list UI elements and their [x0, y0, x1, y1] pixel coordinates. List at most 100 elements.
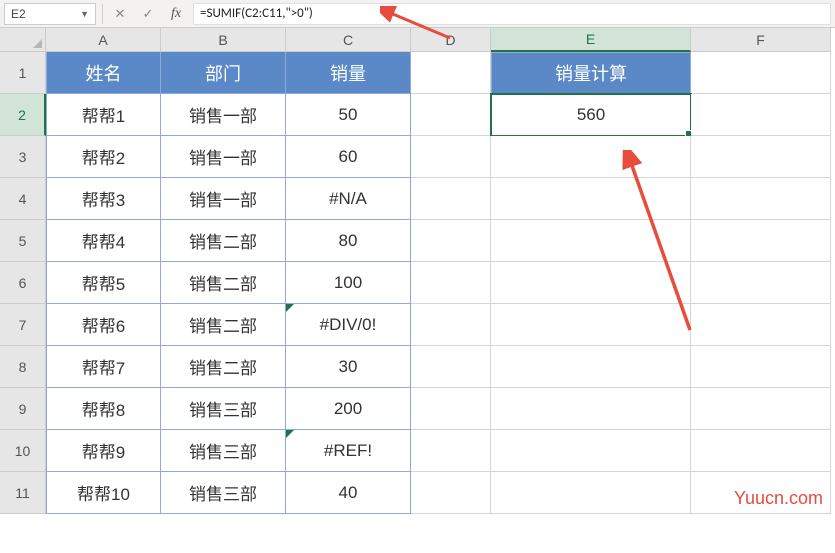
cell-D10[interactable]: [411, 430, 491, 472]
cell-E9[interactable]: [491, 388, 691, 430]
cell-F4[interactable]: [691, 178, 831, 220]
cell-D5[interactable]: [411, 220, 491, 262]
cell-D2[interactable]: [411, 94, 491, 136]
cell-F3[interactable]: [691, 136, 831, 178]
cell-B11[interactable]: 销售三部: [161, 472, 286, 514]
cell-B7[interactable]: 销售二部: [161, 304, 286, 346]
cell-C9[interactable]: 200: [286, 388, 411, 430]
cell-D11[interactable]: [411, 472, 491, 514]
cell-E11[interactable]: [491, 472, 691, 514]
cell-A10[interactable]: 帮帮9: [46, 430, 161, 472]
cell-D6[interactable]: [411, 262, 491, 304]
cell-C6[interactable]: 100: [286, 262, 411, 304]
cell-E7[interactable]: [491, 304, 691, 346]
cell-D4[interactable]: [411, 178, 491, 220]
cell-E1[interactable]: 销量计算: [491, 52, 691, 94]
column-header-A[interactable]: A: [46, 28, 161, 52]
cell-A2[interactable]: 帮帮1: [46, 94, 161, 136]
cell-B6[interactable]: 销售二部: [161, 262, 286, 304]
cell-A6[interactable]: 帮帮5: [46, 262, 161, 304]
fx-icon[interactable]: fx: [165, 3, 187, 25]
table-row: 1姓名部门销量 销量计算: [0, 52, 835, 94]
cell-B9[interactable]: 销售三部: [161, 388, 286, 430]
row-header-8[interactable]: 8: [0, 346, 46, 388]
cell-A7[interactable]: 帮帮6: [46, 304, 161, 346]
row-header-7[interactable]: 7: [0, 304, 46, 346]
cell-B10[interactable]: 销售三部: [161, 430, 286, 472]
cell-B1[interactable]: 部门: [161, 52, 286, 94]
cell-C2[interactable]: 50: [286, 94, 411, 136]
cell-E10[interactable]: [491, 430, 691, 472]
cell-B4[interactable]: 销售一部: [161, 178, 286, 220]
cell-D7[interactable]: [411, 304, 491, 346]
table-row: 10帮帮9销售三部#REF!: [0, 430, 835, 472]
table-row: 8帮帮7销售二部30: [0, 346, 835, 388]
table-row: 11帮帮10销售三部40: [0, 472, 835, 514]
cell-E8[interactable]: [491, 346, 691, 388]
cell-F5[interactable]: [691, 220, 831, 262]
row-header-6[interactable]: 6: [0, 262, 46, 304]
cell-A4[interactable]: 帮帮3: [46, 178, 161, 220]
table-row: 4帮帮3销售一部#N/A: [0, 178, 835, 220]
column-header-B[interactable]: B: [161, 28, 286, 52]
cell-F7[interactable]: [691, 304, 831, 346]
column-header-D[interactable]: D: [411, 28, 491, 52]
chevron-down-icon[interactable]: ▼: [80, 9, 89, 19]
row-header-10[interactable]: 10: [0, 430, 46, 472]
formula-bar: E2 ▼ ✕ ✓ fx =SUMIF(C2:C11,">0"): [0, 0, 835, 28]
cell-C7[interactable]: #DIV/0!: [286, 304, 411, 346]
cell-E5[interactable]: [491, 220, 691, 262]
cell-F8[interactable]: [691, 346, 831, 388]
row-header-5[interactable]: 5: [0, 220, 46, 262]
separator: [102, 4, 103, 24]
cell-A8[interactable]: 帮帮7: [46, 346, 161, 388]
cell-A1[interactable]: 姓名: [46, 52, 161, 94]
cell-B8[interactable]: 销售二部: [161, 346, 286, 388]
cancel-icon[interactable]: ✕: [109, 3, 131, 25]
column-header-F[interactable]: F: [691, 28, 831, 52]
name-box[interactable]: E2 ▼: [4, 3, 96, 25]
cell-B5[interactable]: 销售二部: [161, 220, 286, 262]
cell-D1[interactable]: [411, 52, 491, 94]
cell-A11[interactable]: 帮帮10: [46, 472, 161, 514]
row-header-1[interactable]: 1: [0, 52, 46, 94]
cell-E3[interactable]: [491, 136, 691, 178]
cell-C4[interactable]: #N/A: [286, 178, 411, 220]
formula-input[interactable]: =SUMIF(C2:C11,">0"): [193, 3, 831, 25]
cell-C1[interactable]: 销量: [286, 52, 411, 94]
row-header-9[interactable]: 9: [0, 388, 46, 430]
cell-F2[interactable]: [691, 94, 831, 136]
cell-F10[interactable]: [691, 430, 831, 472]
cell-B3[interactable]: 销售一部: [161, 136, 286, 178]
cell-C11[interactable]: 40: [286, 472, 411, 514]
cell-A5[interactable]: 帮帮4: [46, 220, 161, 262]
cell-F6[interactable]: [691, 262, 831, 304]
cell-C8[interactable]: 30: [286, 346, 411, 388]
table-row: 7帮帮6销售二部#DIV/0!: [0, 304, 835, 346]
cell-D8[interactable]: [411, 346, 491, 388]
column-header-E[interactable]: E: [491, 28, 691, 52]
cell-D3[interactable]: [411, 136, 491, 178]
row-header-4[interactable]: 4: [0, 178, 46, 220]
name-box-value: E2: [11, 7, 26, 21]
cell-E6[interactable]: [491, 262, 691, 304]
cell-F1[interactable]: [691, 52, 831, 94]
column-header-C[interactable]: C: [286, 28, 411, 52]
cell-A9[interactable]: 帮帮8: [46, 388, 161, 430]
cell-C3[interactable]: 60: [286, 136, 411, 178]
watermark: Yuucn.com: [734, 488, 823, 509]
row-header-11[interactable]: 11: [0, 472, 46, 514]
select-all-corner[interactable]: [0, 28, 46, 52]
table-row: 5帮帮4销售二部80: [0, 220, 835, 262]
cell-D9[interactable]: [411, 388, 491, 430]
cell-F9[interactable]: [691, 388, 831, 430]
cell-E2[interactable]: 560: [491, 94, 691, 136]
row-header-3[interactable]: 3: [0, 136, 46, 178]
cell-A3[interactable]: 帮帮2: [46, 136, 161, 178]
cell-B2[interactable]: 销售一部: [161, 94, 286, 136]
enter-icon[interactable]: ✓: [137, 3, 159, 25]
cell-C10[interactable]: #REF!: [286, 430, 411, 472]
row-header-2[interactable]: 2: [0, 94, 46, 136]
cell-E4[interactable]: [491, 178, 691, 220]
cell-C5[interactable]: 80: [286, 220, 411, 262]
